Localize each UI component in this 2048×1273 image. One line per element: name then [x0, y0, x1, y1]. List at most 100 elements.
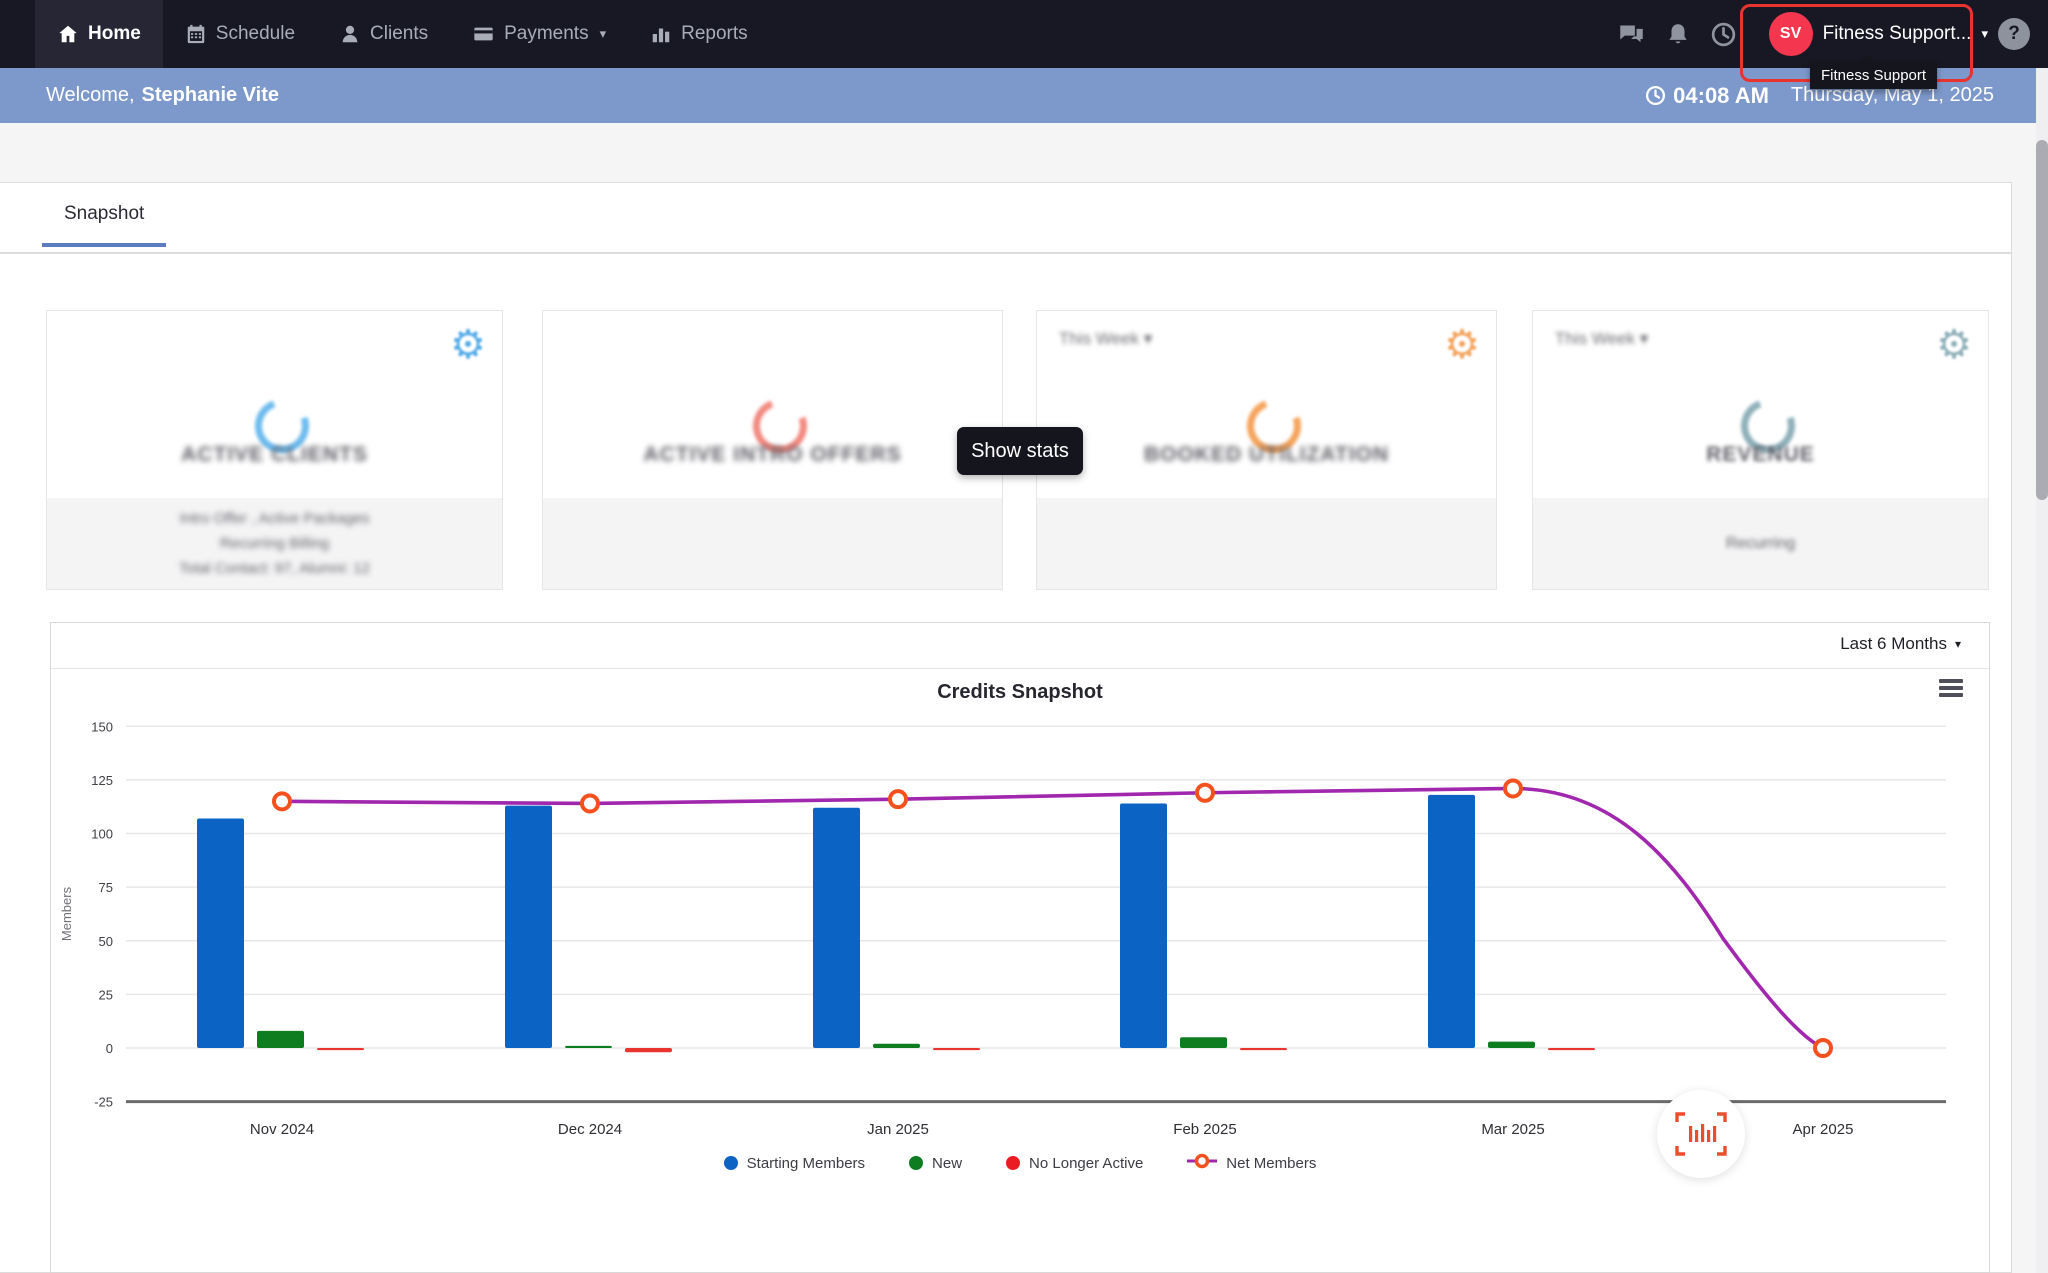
chevron-down-icon: ▾ [1640, 329, 1649, 348]
gear-icon[interactable]: ⚙ [450, 325, 486, 365]
card-booked-utilization: This Week ▾ ⚙ BOOKED UTILIZATION [1036, 310, 1497, 590]
show-stats-button[interactable]: Show stats [957, 427, 1083, 475]
card-footer: Recurring [1533, 498, 1988, 589]
greeting-text: Welcome, [46, 84, 135, 107]
svg-text:25: 25 [99, 987, 113, 1002]
card-body: ⚙ ACTIVE CLIENTS [47, 311, 502, 498]
nav-item-home[interactable]: Home [35, 0, 163, 68]
help-button[interactable]: ? [1998, 18, 2030, 50]
svg-text:50: 50 [99, 934, 113, 949]
bell-icon [1665, 21, 1691, 48]
history-button[interactable] [1701, 11, 1747, 57]
gear-icon[interactable]: ⚙ [1936, 325, 1972, 365]
gear-icon[interactable]: ⚙ [1444, 325, 1480, 365]
welcome-message: Welcome, Stephanie Vite [46, 68, 279, 123]
legend-item-net-members: Net Members [1187, 1153, 1316, 1173]
svg-text:0: 0 [106, 1041, 113, 1056]
legend-dot-icon [1006, 1156, 1020, 1170]
user-name: Fitness Support... [1823, 23, 1972, 45]
legend-dot-icon [909, 1156, 923, 1170]
avatar: SV [1769, 12, 1813, 56]
legend-item-no-longer-active: No Longer Active [1006, 1155, 1143, 1172]
svg-text:Feb 2025: Feb 2025 [1173, 1121, 1236, 1138]
chevron-down-icon: ▾ [1144, 329, 1153, 348]
nav-item-label: Reports [681, 23, 748, 45]
footer-line: Total Contact: 97, Alumni: 12 [179, 556, 370, 581]
svg-text:100: 100 [91, 827, 113, 842]
svg-text:150: 150 [91, 719, 113, 734]
svg-text:-25: -25 [94, 1095, 113, 1110]
legend-label: Net Members [1226, 1155, 1316, 1172]
top-nav: Home Schedule Clients Payments ▾ Reports [0, 0, 2048, 68]
scrollbar-track [2036, 68, 2048, 1273]
nav-item-label: Payments [504, 23, 588, 45]
user-tooltip: Fitness Support [1810, 62, 1937, 89]
legend-item-new: New [909, 1155, 962, 1172]
card-active-intro-offers: ACTIVE INTRO OFFERS [542, 310, 1003, 590]
svg-text:Mar 2025: Mar 2025 [1481, 1121, 1544, 1138]
legend-line-marker-icon [1187, 1153, 1217, 1173]
nav-item-label: Home [88, 23, 141, 45]
legend-dot-icon [724, 1156, 738, 1170]
tooltip-text: Fitness Support [1821, 67, 1926, 84]
card-body: This Week ▾ ⚙ BOOKED UTILIZATION [1037, 311, 1496, 498]
card-footer [543, 498, 1002, 589]
nav-item-label: Clients [370, 23, 428, 45]
credits-snapshot-panel: Last 6 Months ▾ Credits Snapshot 1501251… [50, 622, 1990, 1273]
svg-text:125: 125 [91, 773, 113, 788]
footer-line: Recurring Billing [220, 531, 329, 556]
chat-button[interactable] [1609, 11, 1655, 57]
nav-item-label: Schedule [216, 23, 295, 45]
home-icon [57, 23, 79, 45]
greeting-user-name: Stephanie Vite [142, 84, 279, 107]
question-mark-icon: ? [2008, 23, 2020, 45]
tab-row: Snapshot [0, 183, 2011, 254]
card-title: ACTIVE CLIENTS [47, 443, 502, 467]
legend-label: Starting Members [747, 1155, 865, 1172]
footer-line: Recurring [1726, 531, 1795, 556]
current-time: 04:08 AM [1673, 83, 1769, 109]
nav-item-clients[interactable]: Clients [317, 0, 450, 68]
svg-text:Nov 2024: Nov 2024 [250, 1121, 314, 1138]
legend-label: New [932, 1155, 962, 1172]
nav-right: SV Fitness Support... ▾ ? [1609, 0, 2048, 68]
card-body: ACTIVE INTRO OFFERS [543, 311, 1002, 498]
clock-icon [1645, 85, 1666, 106]
footer-line: Intro Offer , Active Packages [180, 506, 370, 531]
card-title: REVENUE [1533, 443, 1988, 467]
period-dropdown[interactable]: This Week ▾ [1059, 329, 1152, 349]
legend-label: No Longer Active [1029, 1155, 1143, 1172]
scrollbar-thumb[interactable] [2036, 140, 2048, 500]
chevron-down-icon: ▾ [1981, 26, 1988, 42]
nav-items: Home Schedule Clients Payments ▾ Reports [0, 0, 770, 68]
card-revenue: This Week ▾ ⚙ REVENUE Recurring [1532, 310, 1989, 590]
card-footer: Intro Offer , Active Packages Recurring … [47, 498, 502, 589]
chat-icon [1618, 21, 1645, 48]
nav-item-reports[interactable]: Reports [628, 0, 770, 68]
user-menu[interactable]: SV Fitness Support... ▾ [1769, 12, 1988, 56]
svg-text:Dec 2024: Dec 2024 [558, 1121, 622, 1138]
card-footer [1037, 498, 1496, 589]
tab-snapshot[interactable]: Snapshot [42, 203, 166, 247]
nav-item-payments[interactable]: Payments ▾ [450, 0, 628, 68]
barcode-logo-icon [1675, 1112, 1727, 1156]
card-title: BOOKED UTILIZATION [1037, 443, 1496, 467]
legend-item-starting-members: Starting Members [724, 1155, 865, 1172]
svg-text:Apr 2025: Apr 2025 [1793, 1121, 1854, 1138]
nav-item-schedule[interactable]: Schedule [163, 0, 317, 68]
bar-chart-icon [650, 23, 672, 45]
svg-text:Jan 2025: Jan 2025 [867, 1121, 929, 1138]
svg-text:75: 75 [99, 880, 113, 895]
chevron-down-icon: ▾ [600, 26, 607, 42]
card-title: ACTIVE INTRO OFFERS [543, 443, 1002, 467]
calendar-icon [185, 23, 207, 45]
card-active-clients: ⚙ ACTIVE CLIENTS Intro Offer , Active Pa… [46, 310, 503, 590]
card-body: This Week ▾ ⚙ REVENUE [1533, 311, 1988, 498]
time-display: 04:08 AM [1645, 83, 1769, 109]
period-dropdown[interactable]: This Week ▾ [1555, 329, 1648, 349]
clock-icon [1710, 21, 1737, 48]
notifications-button[interactable] [1655, 11, 1701, 57]
loading-logo-badge [1657, 1090, 1745, 1178]
dashboard-page: Home Schedule Clients Payments ▾ Reports [0, 0, 2048, 1273]
person-icon [339, 23, 361, 45]
